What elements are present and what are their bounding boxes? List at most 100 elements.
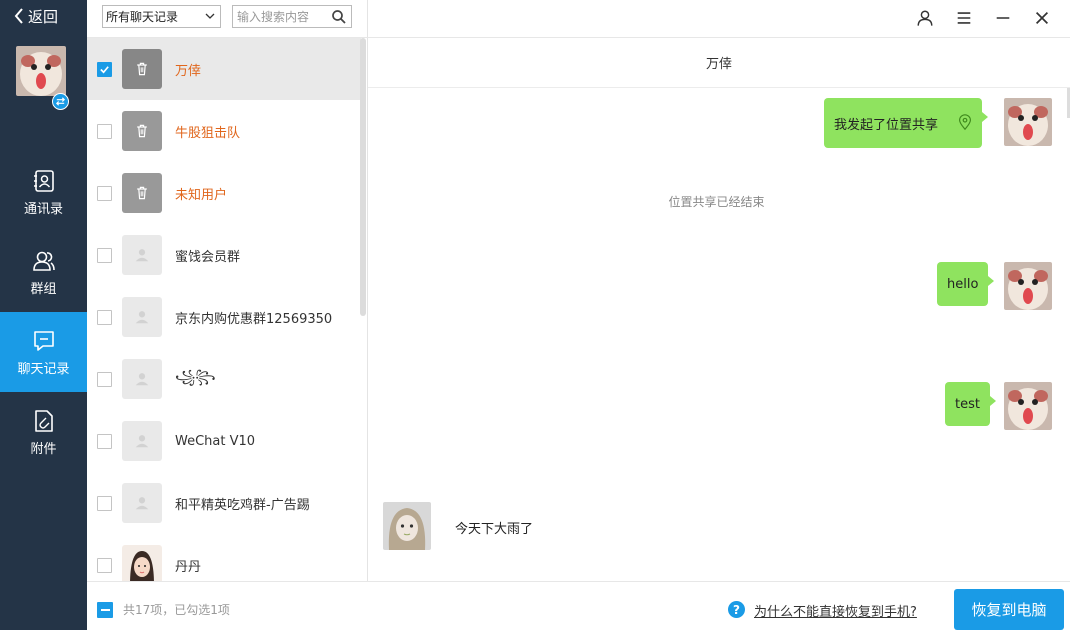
nav-groups[interactable]: 群组 (0, 232, 87, 312)
trash-icon (137, 124, 147, 138)
chat-messages: 我发起了位置共享 位置共享已经结束 hello test 今天下大雨了 (368, 88, 1070, 581)
person-placeholder-icon (135, 373, 149, 386)
contacts-icon (33, 169, 54, 192)
list-item[interactable]: ꧁꧂ (87, 348, 361, 410)
group-avatar (122, 359, 162, 399)
system-message: 位置共享已经结束 (668, 195, 765, 209)
account-button[interactable] (914, 7, 936, 29)
help-link[interactable]: 为什么不能直接恢复到手机? (754, 601, 917, 620)
minimize-button[interactable] (992, 7, 1014, 29)
nav-contacts[interactable]: 通讯录 (0, 152, 87, 232)
avatar-image (383, 502, 431, 550)
contact-avatar (122, 545, 162, 581)
incoming-message-text: 今天下大雨了 (455, 522, 534, 537)
chat-icon (33, 330, 54, 351)
deleted-contact-avatar (122, 49, 162, 89)
list-item[interactable]: 丹丹 (87, 534, 361, 581)
menu-button[interactable] (953, 7, 975, 29)
list-item[interactable]: 京东内购优惠群12569350 (87, 286, 361, 348)
row-checkbox[interactable] (97, 123, 112, 139)
row-checkbox[interactable] (97, 433, 112, 449)
trash-icon (137, 62, 147, 76)
user-avatar[interactable] (16, 46, 66, 96)
list-item[interactable]: 万倖 (87, 38, 361, 100)
row-checkbox[interactable] (97, 185, 112, 201)
back-label: 返回 (28, 7, 59, 26)
trash-icon (137, 186, 147, 200)
avatar-image (1004, 262, 1052, 310)
row-name: 未知用户 (175, 187, 228, 203)
person-placeholder-icon (135, 497, 149, 510)
chat-filter-value: 所有聊天记录 (106, 10, 179, 24)
list-item[interactable]: WeChat V10 (87, 410, 361, 472)
person-placeholder-icon (135, 249, 149, 262)
location-pin-icon (959, 114, 971, 131)
left-nav: 返回 通讯录 群组 聊天记录 附件 (0, 0, 87, 630)
help-icon[interactable]: ? (728, 601, 745, 618)
list-scrollbar[interactable] (360, 38, 366, 316)
outgoing-message-bubble[interactable]: hello (937, 262, 995, 306)
row-name: 蜜饯会员群 (175, 249, 241, 265)
person-placeholder-icon (135, 311, 149, 324)
selection-count: 共17项，已勾选1项 (123, 603, 230, 617)
outgoing-message-bubble[interactable]: test (945, 382, 996, 426)
deleted-contact-avatar (122, 173, 162, 213)
list-item[interactable]: 未知用户 (87, 162, 361, 224)
message-text: 我发起了位置共享 (834, 117, 939, 133)
close-button[interactable] (1031, 7, 1053, 29)
row-checkbox[interactable] (97, 309, 112, 325)
app-window: 返回 通讯录 群组 聊天记录 附件 所有聊天记录 输入搜索内容 万倖 牛股狙击队… (0, 0, 1070, 630)
window-topbar (368, 0, 1070, 38)
sender-avatar[interactable] (1004, 98, 1052, 146)
group-avatar (122, 483, 162, 523)
nav-attachments-label: 附件 (30, 441, 57, 457)
sender-avatar[interactable] (1004, 382, 1052, 430)
nav-attachments[interactable]: 附件 (0, 392, 87, 472)
deleted-contact-avatar (122, 111, 162, 151)
switch-device-icon[interactable] (52, 93, 69, 110)
avatar-image (122, 545, 162, 581)
row-checkbox[interactable] (97, 557, 112, 573)
person-placeholder-icon (135, 435, 149, 448)
row-name: WeChat V10 (175, 433, 256, 449)
list-item[interactable]: 和平精英吃鸡群-广告踢 (87, 472, 361, 534)
search-icon[interactable] (331, 9, 347, 25)
row-name: 丹丹 (175, 559, 202, 575)
group-icon (32, 251, 55, 271)
avatar-image (1004, 382, 1052, 430)
filter-bar: 所有聊天记录 (87, 0, 368, 38)
restore-to-computer-button[interactable]: 恢复到电脑 (954, 589, 1064, 630)
chat-list-panel: 所有聊天记录 万倖 (87, 0, 368, 630)
avatar-image (16, 46, 66, 96)
row-name: 和平精英吃鸡群-广告踢 (175, 497, 310, 513)
message-text: hello (947, 276, 979, 292)
list-item[interactable]: 蜜饯会员群 (87, 224, 361, 286)
group-avatar (122, 297, 162, 337)
sender-avatar[interactable] (1004, 262, 1052, 310)
chat-footer: ? 为什么不能直接恢复到手机? 恢复到电脑 (368, 581, 1070, 630)
group-avatar (122, 421, 162, 461)
list-item[interactable]: 牛股狙击队 (87, 100, 361, 162)
user-icon (917, 10, 933, 26)
row-checkbox[interactable] (97, 371, 112, 387)
outgoing-message-bubble[interactable]: 我发起了位置共享 (824, 98, 988, 148)
row-checkbox[interactable] (97, 495, 112, 511)
row-name: 牛股狙击队 (175, 125, 241, 141)
contact-avatar[interactable] (383, 502, 431, 550)
attachment-icon (34, 409, 53, 432)
row-checkbox[interactable] (97, 247, 112, 263)
avatar-image (1004, 98, 1052, 146)
message-text: test (955, 396, 980, 412)
select-all-checkbox[interactable] (97, 602, 113, 618)
chat-filter-select[interactable]: 所有聊天记录 (102, 5, 221, 28)
back-button[interactable]: 返回 (14, 6, 58, 26)
hamburger-menu-icon (957, 12, 971, 24)
nav-groups-label: 群组 (30, 281, 57, 297)
nav-chat-history[interactable]: 聊天记录 (0, 312, 87, 392)
nav-contacts-label: 通讯录 (23, 201, 63, 217)
minimize-icon (996, 17, 1010, 19)
row-checkbox[interactable] (97, 61, 112, 77)
row-name: 万倖 (175, 63, 202, 79)
nav-chat-history-label: 聊天记录 (17, 361, 70, 377)
search-input[interactable] (233, 6, 329, 27)
